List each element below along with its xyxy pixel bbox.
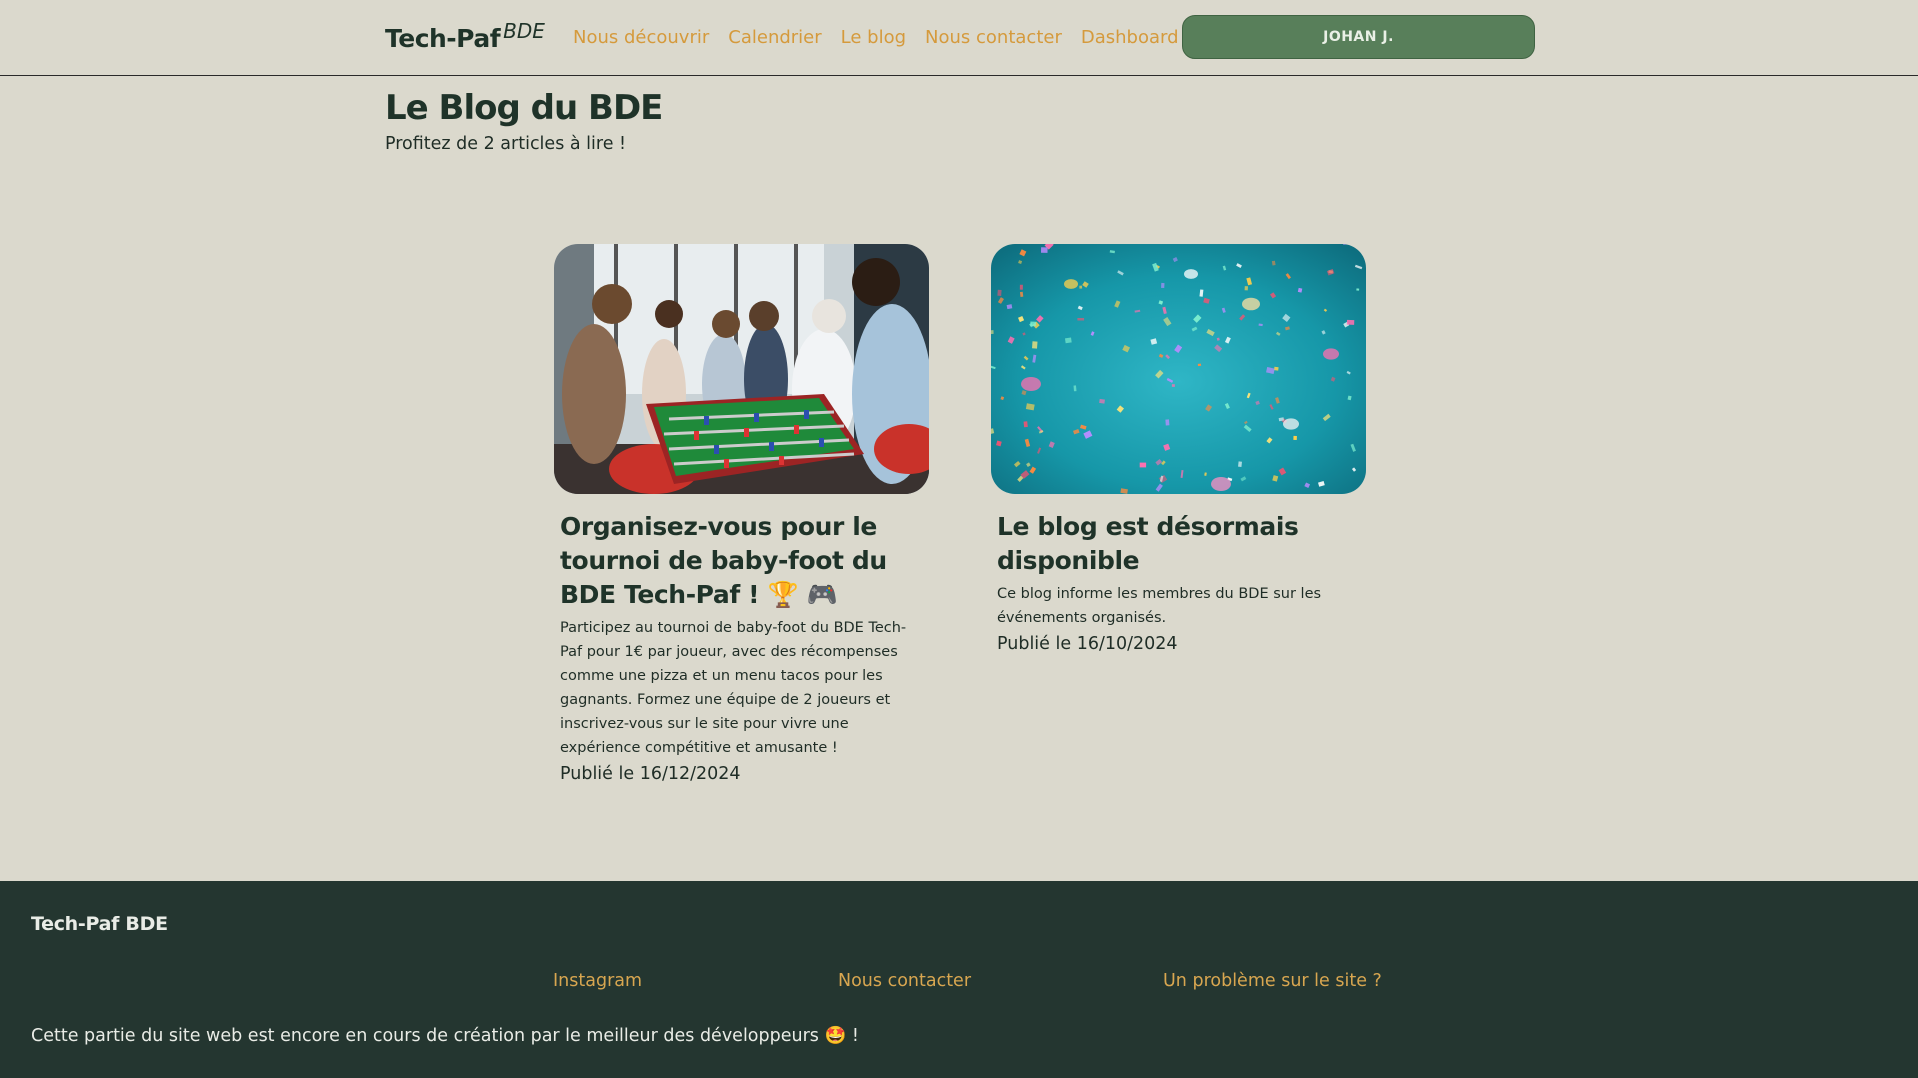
article-date: Publié le 16/10/2024 <box>997 634 1178 654</box>
main-nav: Nous découvrir Calendrier Le blog Nous c… <box>573 27 1198 48</box>
page-subtitle: Profitez de 2 articles à lire ! <box>385 134 627 154</box>
footer-brand: Tech-Paf BDE <box>31 913 168 935</box>
confetti-photo-illustration <box>991 244 1366 494</box>
article-description: Participez au tournoi de baby-foot du BD… <box>560 620 907 756</box>
nav-nous-decouvrir[interactable]: Nous découvrir <box>573 27 709 48</box>
article-card[interactable]: Organisez-vous pour le tournoi de baby-f… <box>554 244 929 788</box>
article-title[interactable]: Le blog est désormais disponible <box>997 510 1360 578</box>
footer-link-contact[interactable]: Nous contacter <box>838 971 971 991</box>
article-date: Publié le 16/12/2024 <box>560 764 741 784</box>
article-image-confetti[interactable] <box>991 244 1366 494</box>
page-title: Le Blog du BDE <box>385 88 663 128</box>
nav-nous-contacter[interactable]: Nous contacter <box>925 27 1062 48</box>
logo-text: Tech-Paf <box>385 24 501 53</box>
logo-sup: BDE <box>503 19 545 43</box>
site-header: Tech-Paf BDE Nous découvrir Calendrier Le… <box>0 0 1918 76</box>
article-description: Ce blog informe les membres du BDE sur l… <box>997 586 1322 626</box>
babyfoot-photo-illustration <box>554 244 929 494</box>
nav-dashboard[interactable]: Dashboard <box>1081 27 1179 48</box>
footer-note: Cette partie du site web est encore en c… <box>31 1026 859 1046</box>
article-card[interactable]: Le blog est désormais disponible Ce blog… <box>991 244 1366 658</box>
footer-link-report-problem[interactable]: Un problème sur le site ? <box>1163 971 1382 991</box>
user-account-button[interactable]: JOHAN J. <box>1182 15 1535 59</box>
nav-calendrier[interactable]: Calendrier <box>728 27 821 48</box>
article-image-babyfoot[interactable] <box>554 244 929 494</box>
nav-le-blog[interactable]: Le blog <box>841 27 906 48</box>
article-title[interactable]: Organisez-vous pour le tournoi de baby-f… <box>560 510 923 612</box>
site-footer: Tech-Paf BDE Instagram Nous contacter Un… <box>0 881 1918 1078</box>
site-logo[interactable]: Tech-Paf BDE <box>385 19 545 53</box>
footer-link-instagram[interactable]: Instagram <box>553 971 642 991</box>
